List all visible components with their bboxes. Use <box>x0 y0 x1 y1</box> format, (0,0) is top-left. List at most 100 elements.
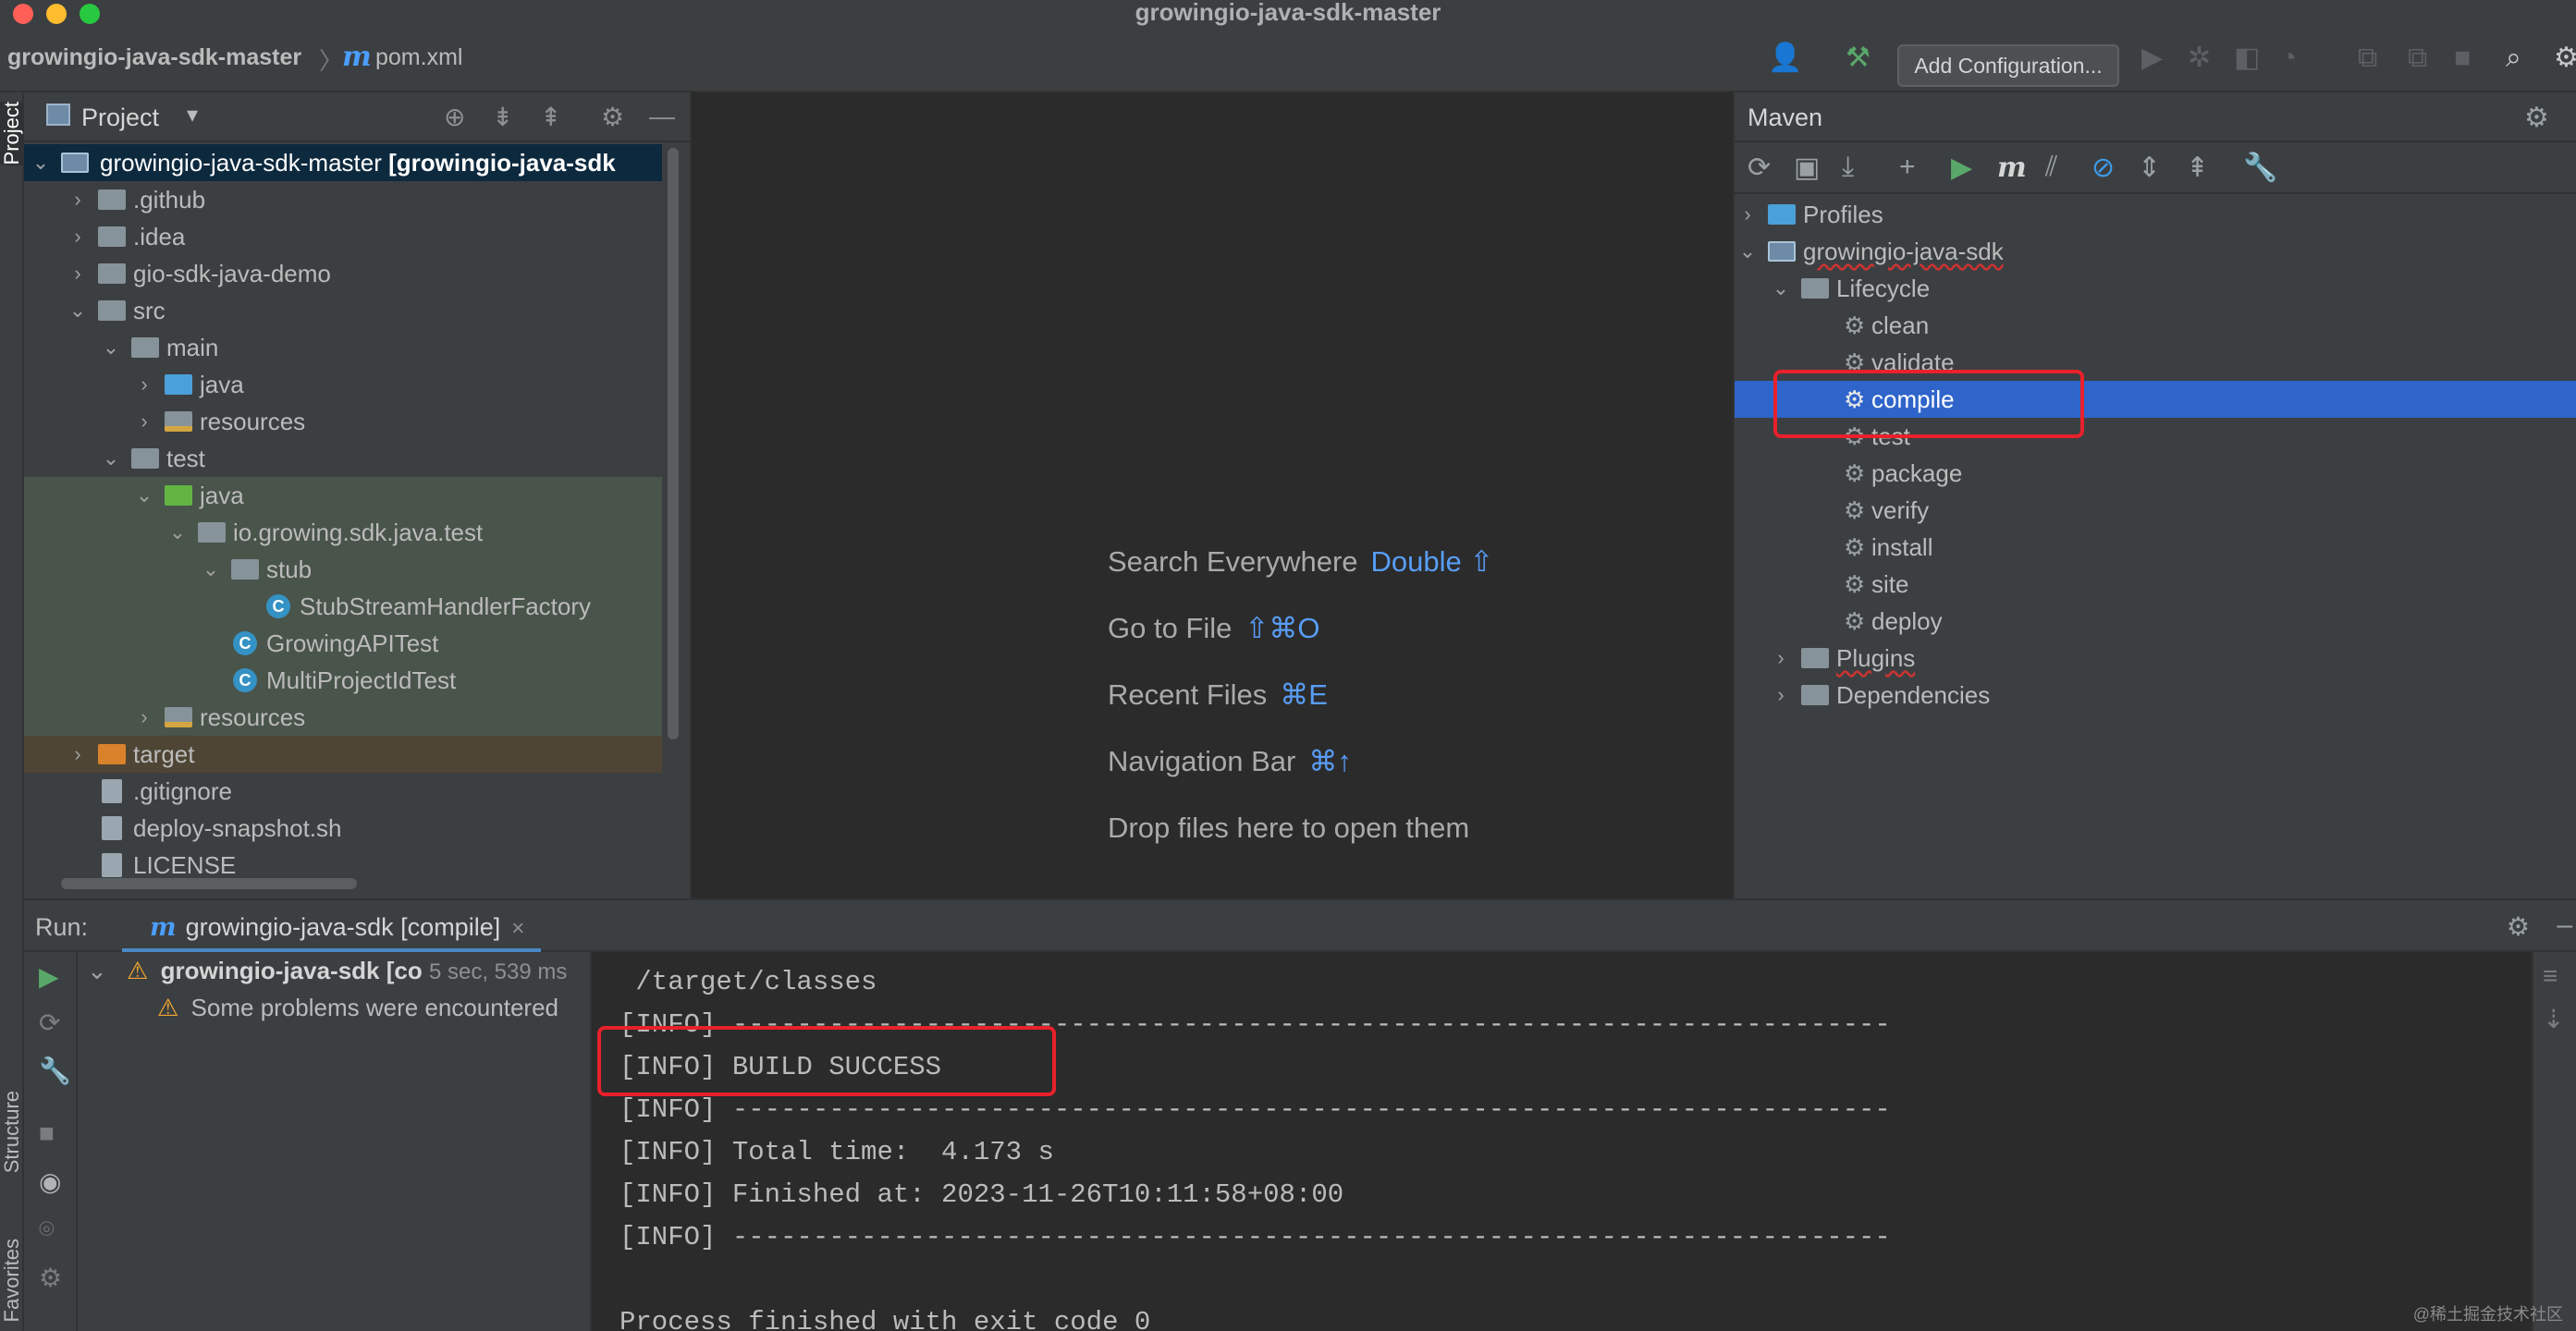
chevron-down-icon[interactable]: ⌄ <box>102 440 120 477</box>
user-icon[interactable]: 👤 <box>1768 43 1802 74</box>
chevron-right-icon[interactable]: › <box>68 181 87 218</box>
chevron-down-icon[interactable]: ⌄ <box>68 292 87 329</box>
chevron-right-icon[interactable]: › <box>68 736 87 773</box>
tree-item-github[interactable]: › .github <box>24 181 662 218</box>
run-result-child[interactable]: ⚠ Some problems were encountered <box>157 989 558 1026</box>
maven-goal-verify[interactable]: ⚙ verify <box>1735 492 2576 529</box>
gear-icon[interactable]: ⚙ <box>2507 911 2530 942</box>
download-icon[interactable]: ⤓ <box>1842 152 1854 183</box>
tree-item-main-resources[interactable]: › resources <box>24 403 662 440</box>
maven-goal-install[interactable]: ⚙ install <box>1735 529 2576 566</box>
chevron-down-icon[interactable]: ▾ <box>187 102 198 128</box>
maven-goal-package[interactable]: ⚙ package <box>1735 455 2576 492</box>
add-icon[interactable]: + <box>1899 152 1916 183</box>
tree-item-main[interactable]: ⌄ main <box>24 329 662 366</box>
chevron-down-icon[interactable]: ⌄ <box>1738 233 1757 270</box>
chevron-down-icon[interactable]: ⌄ <box>202 551 220 588</box>
search-icon[interactable]: ⌕ <box>2506 43 2521 74</box>
tree-item-deploy-script[interactable]: deploy-snapshot.sh <box>24 810 662 847</box>
breadcrumb-file[interactable]: pom.xml <box>375 44 462 71</box>
tree-item-class[interactable]: C MultiProjectIdTest <box>24 662 662 699</box>
wrench-icon[interactable]: 🔧 <box>2243 152 2277 184</box>
build-hammer-icon[interactable]: ⚒ <box>1846 43 1871 74</box>
maven-goal-deploy[interactable]: ⚙ deploy <box>1735 603 2576 640</box>
scroll-to-end-icon[interactable]: ⇣ <box>2543 1004 2564 1034</box>
project-vertical-scrollbar[interactable] <box>668 148 679 739</box>
structure-side-tab[interactable]: Structure <box>0 1091 24 1173</box>
camera-icon[interactable]: ⌾ <box>39 1215 55 1245</box>
run-icon[interactable]: ▶ <box>2141 43 2163 74</box>
collapse-all-icon[interactable]: ⇞ <box>540 102 561 132</box>
profile-icon[interactable]: ◔ <box>2280 43 2297 74</box>
maven-item-lifecycle[interactable]: ⌄ Lifecycle <box>1735 270 2576 307</box>
favorites-side-tab[interactable]: Favorites <box>0 1239 24 1322</box>
project-side-tab[interactable]: Project <box>0 102 24 165</box>
console-output[interactable]: /target/classes [INFO] -----------------… <box>592 952 2532 1331</box>
tree-item-root[interactable]: ⌄ growingio-java-sdk-master [growingio-j… <box>24 144 662 181</box>
toggle-offline-icon[interactable]: ⫽ <box>2045 152 2057 183</box>
debug-icon[interactable]: ✲ <box>2188 43 2211 74</box>
chevron-right-icon[interactable]: › <box>68 255 87 292</box>
run-tab[interactable]: m growingio-java-sdk [compile] × <box>122 900 542 952</box>
tree-item-stub[interactable]: ⌄ stub <box>24 551 662 588</box>
eye-icon[interactable]: ◉ <box>39 1166 61 1197</box>
project-horizontal-scrollbar[interactable] <box>61 878 357 889</box>
tree-item-test-java[interactable]: ⌄ java <box>24 477 662 514</box>
tree-item-test-resources[interactable]: › resources <box>24 699 662 736</box>
tree-item-idea[interactable]: › .idea <box>24 218 662 255</box>
skip-tests-icon[interactable]: ⊘ <box>2091 152 2115 184</box>
gear-icon[interactable]: ⚙ <box>2524 102 2549 134</box>
tree-item-test[interactable]: ⌄ test <box>24 440 662 477</box>
rerun-failed-icon[interactable]: ⟳ <box>39 1007 60 1038</box>
run-icon[interactable]: ▶ <box>1951 152 1972 184</box>
chevron-right-icon[interactable]: › <box>135 366 153 403</box>
stop-icon[interactable]: ■ <box>2454 43 2471 74</box>
chevron-right-icon[interactable]: › <box>1772 640 1790 677</box>
stop-icon[interactable]: ■ <box>39 1118 55 1148</box>
hide-panel-icon[interactable]: – <box>2557 910 2572 941</box>
execute-goal-icon[interactable]: m <box>1997 152 2027 184</box>
tree-item-class[interactable]: C StubStreamHandlerFactory <box>24 588 662 625</box>
soft-wrap-icon[interactable]: ≡ <box>2543 961 2558 991</box>
locate-file-icon[interactable]: ⊕ <box>444 102 465 132</box>
chevron-right-icon[interactable]: › <box>1738 196 1757 233</box>
maven-item-module[interactable]: ⌄ growingio-java-sdk <box>1735 233 2576 270</box>
maven-item-dependencies[interactable]: › Dependencies <box>1735 677 2576 714</box>
tree-item-src[interactable]: ⌄ src <box>24 292 662 329</box>
stop-all-icon[interactable]: ⧉ <box>2408 43 2427 74</box>
tree-item-test-package[interactable]: ⌄ io.growing.sdk.java.test <box>24 514 662 551</box>
tree-item-main-java[interactable]: › java <box>24 366 662 403</box>
run-result-root[interactable]: ⌄ ⚠ growingio-java-sdk [co 5 sec, 539 ms <box>87 952 567 989</box>
expand-all-icon[interactable]: ⇟ <box>492 102 513 132</box>
tree-item-demo[interactable]: › gio-sdk-java-demo <box>24 255 662 292</box>
chevron-right-icon[interactable]: › <box>1772 677 1790 714</box>
chevron-down-icon[interactable]: ⌄ <box>102 329 120 366</box>
chevron-right-icon[interactable]: › <box>135 699 153 736</box>
gear-icon[interactable]: ⚙ <box>601 102 624 132</box>
rerun-icon[interactable]: ▶ <box>39 961 59 992</box>
coverage-icon[interactable]: ◧ <box>2234 43 2260 74</box>
chevron-down-icon[interactable]: ⌄ <box>135 477 153 514</box>
maven-goal-clean[interactable]: ⚙ clean <box>1735 307 2576 344</box>
reload-icon[interactable]: ⟳ <box>1748 152 1771 184</box>
chevron-right-icon[interactable]: › <box>68 218 87 255</box>
add-configuration-button[interactable]: Add Configuration... <box>1897 44 2119 87</box>
maven-item-profiles[interactable]: › Profiles <box>1735 196 2576 233</box>
close-icon[interactable]: × <box>511 916 524 941</box>
show-dependencies-icon[interactable]: ⇕ <box>2138 152 2161 184</box>
breadcrumb-project[interactable]: growingio-java-sdk-master <box>7 44 301 71</box>
tree-item-target[interactable]: › target <box>24 736 662 773</box>
maven-goal-site[interactable]: ⚙ site <box>1735 566 2576 603</box>
collapse-all-icon[interactable]: ⇞ <box>2186 152 2209 184</box>
chevron-down-icon[interactable]: ⌄ <box>31 144 50 181</box>
settings-icon[interactable]: ⚙ <box>39 1263 62 1293</box>
tree-item-class[interactable]: C GrowingAPITest <box>24 625 662 662</box>
project-panel-title[interactable]: Project <box>81 104 159 132</box>
hide-panel-icon[interactable]: — <box>649 102 675 131</box>
chevron-down-icon[interactable]: ⌄ <box>168 514 187 551</box>
attach-icon[interactable]: ⧉ <box>2358 43 2377 74</box>
chevron-down-icon[interactable]: ⌄ <box>1772 270 1790 307</box>
settings-icon[interactable]: ⚙ <box>2554 43 2576 74</box>
tree-item-gitignore[interactable]: .gitignore <box>24 773 662 810</box>
maven-item-plugins[interactable]: › Plugins <box>1735 640 2576 677</box>
